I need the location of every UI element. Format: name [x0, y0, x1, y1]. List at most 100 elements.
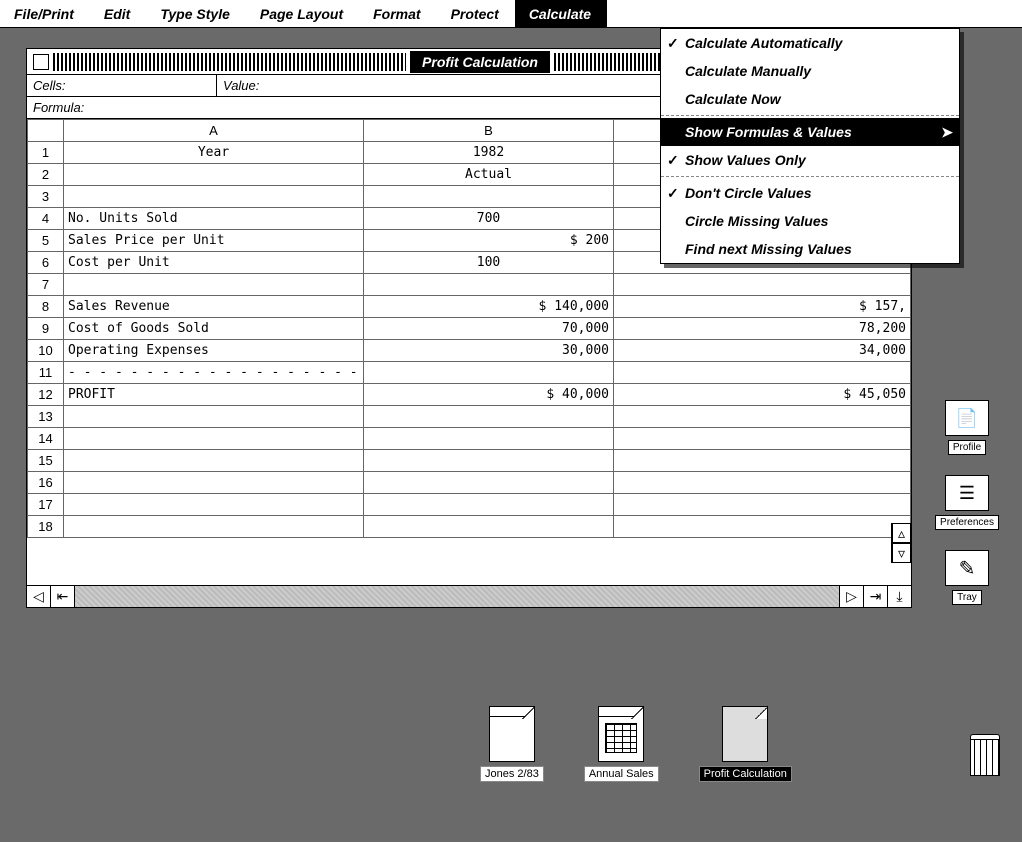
cell[interactable]: [614, 274, 911, 296]
hscroll-track[interactable]: [75, 586, 839, 607]
dd-dont-circle[interactable]: Don't Circle Values: [661, 179, 959, 207]
dd-show-formulas-values[interactable]: Show Formulas & Values ➤: [661, 118, 959, 146]
row-header[interactable]: 7: [28, 274, 64, 296]
cell[interactable]: [614, 362, 911, 384]
row-header[interactable]: 6: [28, 252, 64, 274]
cell[interactable]: [364, 362, 614, 384]
cell[interactable]: - - - - - - - - - - - - - - - - - - - - …: [64, 362, 364, 384]
menu-protect[interactable]: Protect: [437, 0, 515, 27]
cell[interactable]: [64, 450, 364, 472]
cell[interactable]: 700: [364, 208, 614, 230]
row-header[interactable]: 1: [28, 142, 64, 164]
row-header[interactable]: 8: [28, 296, 64, 318]
cell[interactable]: [364, 516, 614, 538]
cell[interactable]: 70,000: [364, 318, 614, 340]
cell[interactable]: Year: [64, 142, 364, 164]
row-header[interactable]: 5: [28, 230, 64, 252]
cell[interactable]: 30,000: [364, 340, 614, 362]
cell[interactable]: [64, 494, 364, 516]
cell[interactable]: Cost per Unit: [64, 252, 364, 274]
row-header[interactable]: 13: [28, 406, 64, 428]
cell[interactable]: Sales Price per Unit: [64, 230, 364, 252]
cell[interactable]: 78,200: [614, 318, 911, 340]
desktop-doc-jones[interactable]: Jones 2/83: [480, 706, 544, 782]
row-header[interactable]: 11: [28, 362, 64, 384]
cell[interactable]: [64, 472, 364, 494]
cell[interactable]: [364, 428, 614, 450]
side-preferences[interactable]: Preferences: [922, 475, 1012, 530]
cell[interactable]: [64, 428, 364, 450]
cell[interactable]: 1982: [364, 142, 614, 164]
menu-edit[interactable]: Edit: [90, 0, 146, 27]
row-header[interactable]: 2: [28, 164, 64, 186]
row-header[interactable]: 18: [28, 516, 64, 538]
page-back-icon[interactable]: ◁: [27, 586, 51, 607]
cell[interactable]: [64, 516, 364, 538]
col-header-b[interactable]: B: [364, 120, 614, 142]
menu-page-layout[interactable]: Page Layout: [246, 0, 359, 27]
cell[interactable]: 100: [364, 252, 614, 274]
window-close-box[interactable]: [33, 54, 49, 70]
cell[interactable]: [364, 274, 614, 296]
cell[interactable]: [364, 450, 614, 472]
row-header[interactable]: 16: [28, 472, 64, 494]
menu-type-style[interactable]: Type Style: [146, 0, 246, 27]
cell[interactable]: [364, 494, 614, 516]
cell[interactable]: [614, 428, 911, 450]
row-header[interactable]: 10: [28, 340, 64, 362]
row-header[interactable]: 14: [28, 428, 64, 450]
cell[interactable]: [614, 406, 911, 428]
trash-icon[interactable]: [970, 734, 1000, 778]
cell[interactable]: $ 200: [364, 230, 614, 252]
cell[interactable]: PROFIT: [64, 384, 364, 406]
cell[interactable]: [614, 516, 911, 538]
cell[interactable]: $ 40,000: [364, 384, 614, 406]
page-forward-icon[interactable]: ⇥: [863, 586, 887, 607]
side-profile[interactable]: Profile: [922, 400, 1012, 455]
menu-file-print[interactable]: File/Print: [0, 0, 90, 27]
row-header[interactable]: 15: [28, 450, 64, 472]
cell[interactable]: 34,000: [614, 340, 911, 362]
cell[interactable]: [64, 274, 364, 296]
menu-format[interactable]: Format: [359, 0, 436, 27]
cell[interactable]: No. Units Sold: [64, 208, 364, 230]
cell[interactable]: $ 45,050: [614, 384, 911, 406]
desktop-doc-profit-calculation[interactable]: Profit Calculation: [699, 706, 792, 782]
cell[interactable]: Actual: [364, 164, 614, 186]
dd-show-values-only[interactable]: Show Values Only: [661, 146, 959, 174]
scroll-down-icon[interactable]: ▿: [892, 543, 911, 563]
desktop-doc-annual-sales[interactable]: Annual Sales: [584, 706, 659, 782]
page-first-icon[interactable]: ⇤: [51, 586, 75, 607]
menu-calculate[interactable]: Calculate: [515, 0, 607, 27]
page-last-icon[interactable]: ⤓: [887, 586, 911, 607]
corner-cell[interactable]: [28, 120, 64, 142]
dd-calc-manual[interactable]: Calculate Manually: [661, 57, 959, 85]
cell[interactable]: [614, 472, 911, 494]
dd-calc-auto[interactable]: Calculate Automatically: [661, 29, 959, 57]
dd-circle-missing[interactable]: Circle Missing Values: [661, 207, 959, 235]
cell[interactable]: [614, 450, 911, 472]
dd-find-next-missing[interactable]: Find next Missing Values: [661, 235, 959, 263]
cell[interactable]: $ 140,000: [364, 296, 614, 318]
row-header[interactable]: 12: [28, 384, 64, 406]
cell[interactable]: Sales Revenue: [64, 296, 364, 318]
cell[interactable]: Operating Expenses: [64, 340, 364, 362]
cell[interactable]: [364, 472, 614, 494]
cell[interactable]: [64, 164, 364, 186]
col-header-a[interactable]: A: [64, 120, 364, 142]
row-header[interactable]: 9: [28, 318, 64, 340]
cell[interactable]: [64, 406, 364, 428]
side-tray[interactable]: Tray: [922, 550, 1012, 605]
cell[interactable]: $ 157,: [614, 296, 911, 318]
cell[interactable]: Cost of Goods Sold: [64, 318, 364, 340]
scroll-up-icon[interactable]: ▵: [892, 523, 911, 543]
dd-calc-now[interactable]: Calculate Now: [661, 85, 959, 113]
cell[interactable]: [64, 186, 364, 208]
cell[interactable]: [614, 494, 911, 516]
row-header[interactable]: 4: [28, 208, 64, 230]
cell[interactable]: [364, 186, 614, 208]
cell[interactable]: [364, 406, 614, 428]
row-header[interactable]: 17: [28, 494, 64, 516]
row-header[interactable]: 3: [28, 186, 64, 208]
page-next-icon[interactable]: ▷: [839, 586, 863, 607]
